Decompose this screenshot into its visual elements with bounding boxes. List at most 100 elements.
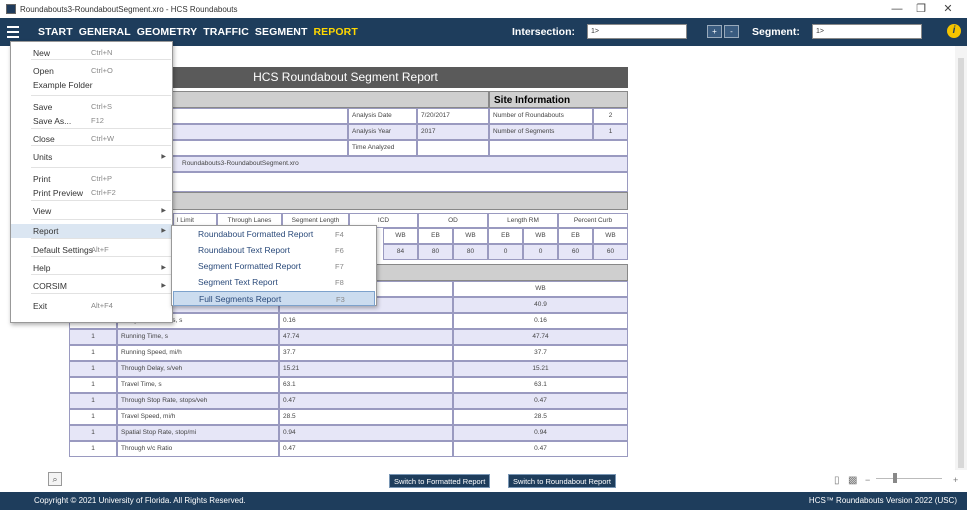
vertical-scrollbar[interactable] — [955, 46, 967, 470]
table-row-wb-value: 15.21 — [453, 361, 628, 377]
menu-item-label: View — [33, 206, 52, 216]
table-row-segment: 1 — [69, 345, 117, 361]
menu-separator — [31, 128, 171, 129]
add-intersection-button[interactable]: + — [707, 25, 722, 38]
submenu-item-roundabout-text-report[interactable]: Roundabout Text Report F6 — [173, 243, 375, 258]
menu-item-print[interactable]: Print Ctrl+P — [11, 172, 172, 186]
menu-item-open[interactable]: Open Ctrl+O — [11, 64, 172, 78]
table-row-label: Running Speed, mi/h — [117, 345, 279, 361]
menu-separator — [31, 293, 171, 294]
switch-roundabout-report-button[interactable]: Switch to Roundabout Report — [508, 474, 616, 488]
tab-geometry[interactable]: GEOMETRY — [137, 26, 198, 38]
submenu-item-shortcut: F7 — [335, 262, 344, 271]
num-segments-label: Number of Segments — [489, 124, 593, 140]
scrollbar-thumb[interactable] — [958, 58, 964, 468]
zoom-slider-thumb[interactable] — [893, 473, 897, 483]
menu-item-label: Exit — [33, 301, 48, 311]
menu-item-report[interactable]: Report ▶ — [11, 224, 172, 238]
restore-button[interactable]: ❐ — [909, 0, 933, 18]
menu-item-help[interactable]: Help ▶ — [11, 261, 172, 275]
menu-item-shortcut: Ctrl+N — [91, 48, 113, 57]
table-row-eb-value: 63.1 — [279, 377, 453, 393]
tab-segment[interactable]: SEGMENT — [255, 26, 308, 38]
window-title: Roundabouts3-RoundaboutSegment.xro - HCS… — [20, 4, 238, 14]
menu-item-units[interactable]: Units ▶ — [11, 150, 172, 164]
zoom-in-icon[interactable]: + — [953, 475, 958, 485]
num-roundabouts-label: Number of Roundabouts — [489, 108, 593, 124]
submenu-item-label: Segment Formatted Report — [198, 261, 301, 271]
table-row-label: Through Stop Rate, stops/veh — [117, 393, 279, 409]
menu-separator — [31, 274, 171, 275]
menu-item-corsim[interactable]: CORSIM ▶ — [11, 279, 172, 293]
menu-item-label: Save As... — [33, 116, 72, 126]
menu-item-label: Save — [33, 102, 53, 112]
menu-item-save-as[interactable]: Save As... F12 — [11, 114, 172, 128]
col-length-rm: Length RM — [488, 213, 558, 228]
minimize-button[interactable]: — — [885, 0, 909, 18]
num-roundabouts-value: 2 — [593, 108, 628, 124]
table-row-wb-value: 0.47 — [453, 393, 628, 409]
tab-start[interactable]: START — [38, 26, 73, 38]
menu-separator — [31, 167, 171, 168]
menu-item-print-preview[interactable]: Print Preview Ctrl+F2 — [11, 186, 172, 200]
table-row-segment: 1 — [69, 377, 117, 393]
menu-item-default-settings[interactable]: Default Settings Alt+F — [11, 243, 172, 257]
menu-item-close[interactable]: Close Ctrl+W — [11, 132, 172, 146]
menu-item-shortcut: Ctrl+F2 — [91, 188, 116, 197]
submenu-item-segment-formatted-report[interactable]: Segment Formatted Report F7 — [173, 259, 375, 274]
lrm-wb-value: 0 — [523, 244, 558, 260]
tab-report[interactable]: REPORT — [314, 26, 358, 38]
menu-item-example-folder[interactable]: Example Folder — [11, 78, 172, 92]
analysis-date-value: 7/20/2017 — [417, 108, 489, 124]
table-row-segment: 1 — [69, 393, 117, 409]
lrm-eb-value: 0 — [488, 244, 523, 260]
menu-item-shortcut: Ctrl+W — [91, 134, 115, 143]
single-page-view-icon[interactable]: ▯ — [834, 475, 840, 486]
menu-item-shortcut: F12 — [91, 116, 104, 125]
zoom-out-icon[interactable]: − — [865, 475, 870, 485]
submenu-item-roundabout-formatted-report[interactable]: Roundabout Formatted Report F4 — [173, 227, 375, 242]
submenu-arrow-icon: ▶ — [161, 228, 166, 234]
submenu-item-segment-text-report[interactable]: Segment Text Report F8 — [173, 275, 375, 290]
menu-item-label: Print Preview — [33, 188, 84, 198]
tab-traffic[interactable]: TRAFFIC — [203, 26, 249, 38]
remove-intersection-button[interactable]: - — [724, 25, 739, 38]
col-percent-curb: Percent Curb — [558, 213, 628, 228]
menu-item-exit[interactable]: Exit Alt+F4 — [11, 299, 172, 313]
close-button[interactable]: ✕ — [936, 0, 960, 18]
menu-separator — [31, 200, 171, 201]
table-row-segment: 1 — [69, 329, 117, 345]
submenu-item-full-segments-report[interactable]: Full Segments Report F3 — [173, 291, 375, 306]
menu-item-save[interactable]: Save Ctrl+S — [11, 100, 172, 114]
title-bar: Roundabouts3-RoundaboutSegment.xro - HCS… — [0, 0, 967, 18]
analysis-date-label: Analysis Date — [348, 108, 417, 124]
menu-separator — [31, 238, 171, 239]
tab-general[interactable]: GENERAL — [79, 26, 131, 38]
info-icon[interactable]: i — [947, 24, 961, 38]
table-row-label: Travel Time, s — [117, 377, 279, 393]
menu-item-view[interactable]: View ▶ — [11, 204, 172, 218]
submenu-item-label: Roundabout Formatted Report — [198, 229, 314, 239]
menu-item-new[interactable]: New Ctrl+N — [11, 46, 172, 60]
col-od: OD — [418, 213, 488, 228]
intersection-select[interactable]: 1> — [587, 24, 687, 39]
table-row-eb-value: 0.47 — [279, 393, 453, 409]
zoom-slider[interactable] — [876, 478, 942, 479]
report-submenu: Roundabout Formatted Report F4 Roundabout … — [171, 225, 377, 306]
submenu-arrow-icon: ▶ — [161, 283, 166, 289]
table-row-eb-value: 28.5 — [279, 409, 453, 425]
table-row-segment: 1 — [69, 409, 117, 425]
submenu-arrow-icon: ▶ — [161, 265, 166, 271]
multi-page-view-icon[interactable]: ▩ — [848, 475, 857, 486]
switch-formatted-report-button[interactable]: Switch to Formatted Report — [389, 474, 491, 488]
menu-item-label: Default Settings — [33, 245, 94, 255]
analysis-year-value: 2017 — [417, 124, 489, 140]
app-icon — [6, 4, 16, 14]
table-row-label: Running Time, s — [117, 329, 279, 345]
menu-item-label: Open — [33, 66, 54, 76]
analysis-year-label: Analysis Year — [348, 124, 417, 140]
table-row-segment: 1 — [69, 441, 117, 457]
search-magnifier-icon[interactable]: ⌕ — [48, 472, 62, 486]
menu-item-label: Report — [33, 226, 59, 236]
segment-select[interactable]: 1> — [812, 24, 922, 39]
